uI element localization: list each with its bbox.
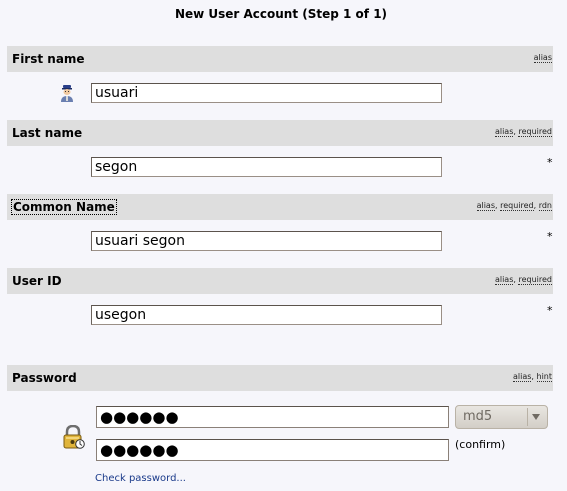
chevron-down-icon[interactable] [527,408,544,426]
required-marker: * [547,230,553,243]
required-tag[interactable]: required [518,275,552,285]
user-id-header: User ID alias, required [7,268,553,294]
required-tag[interactable]: required [500,201,534,211]
last-name-header: Last name alias, required [7,120,553,146]
lock-icon [63,424,85,453]
required-marker: * [547,304,553,317]
user-id-label: User ID [12,274,62,288]
first-name-header: First name alias [7,46,553,72]
alias-tag[interactable]: alias [533,53,552,63]
alias-tag[interactable]: alias [494,127,514,137]
common-name-header: Common Name alias, required, rdn [7,194,553,220]
hash-select[interactable]: md5 [455,405,548,429]
hint-tag[interactable]: hint [536,372,552,382]
first-name-input[interactable] [91,83,442,103]
common-name-input[interactable] [91,231,442,251]
user-icon [60,85,74,106]
password-confirm-input[interactable]: ●●●●●● [96,439,449,461]
last-name-label: Last name [12,126,83,140]
confirm-label: (confirm) [455,438,506,451]
password-header: Password alias, hint [7,365,553,391]
last-name-tags: alias, required [494,127,552,137]
user-id-input[interactable] [91,305,442,325]
rdn-tag[interactable]: rdn [538,201,552,211]
password-tags: alias, hint [512,372,552,382]
alias-tag[interactable]: alias [476,201,495,211]
check-password-link[interactable]: Check password... [95,473,186,484]
common-name-label: Common Name [11,199,117,215]
password-input[interactable]: ●●●●●● [96,406,449,428]
page-title: New User Account (Step 1 of 1) [174,7,388,21]
last-name-input[interactable] [91,157,442,177]
first-name-label: First name [12,52,85,66]
required-marker: * [547,156,553,169]
password-label: Password [12,371,77,385]
required-tag[interactable]: required [518,127,552,137]
password-masked-value: ●●●●●● [100,407,179,426]
user-id-tags: alias, required [494,275,552,285]
alias-tag[interactable]: alias [494,275,514,285]
hash-select-value: md5 [463,409,493,424]
first-name-tags: alias [533,52,552,64]
password-confirm-masked-value: ●●●●●● [100,440,179,459]
common-name-tags: alias, required, rdn [476,201,552,211]
alias-tag[interactable]: alias [512,372,532,382]
